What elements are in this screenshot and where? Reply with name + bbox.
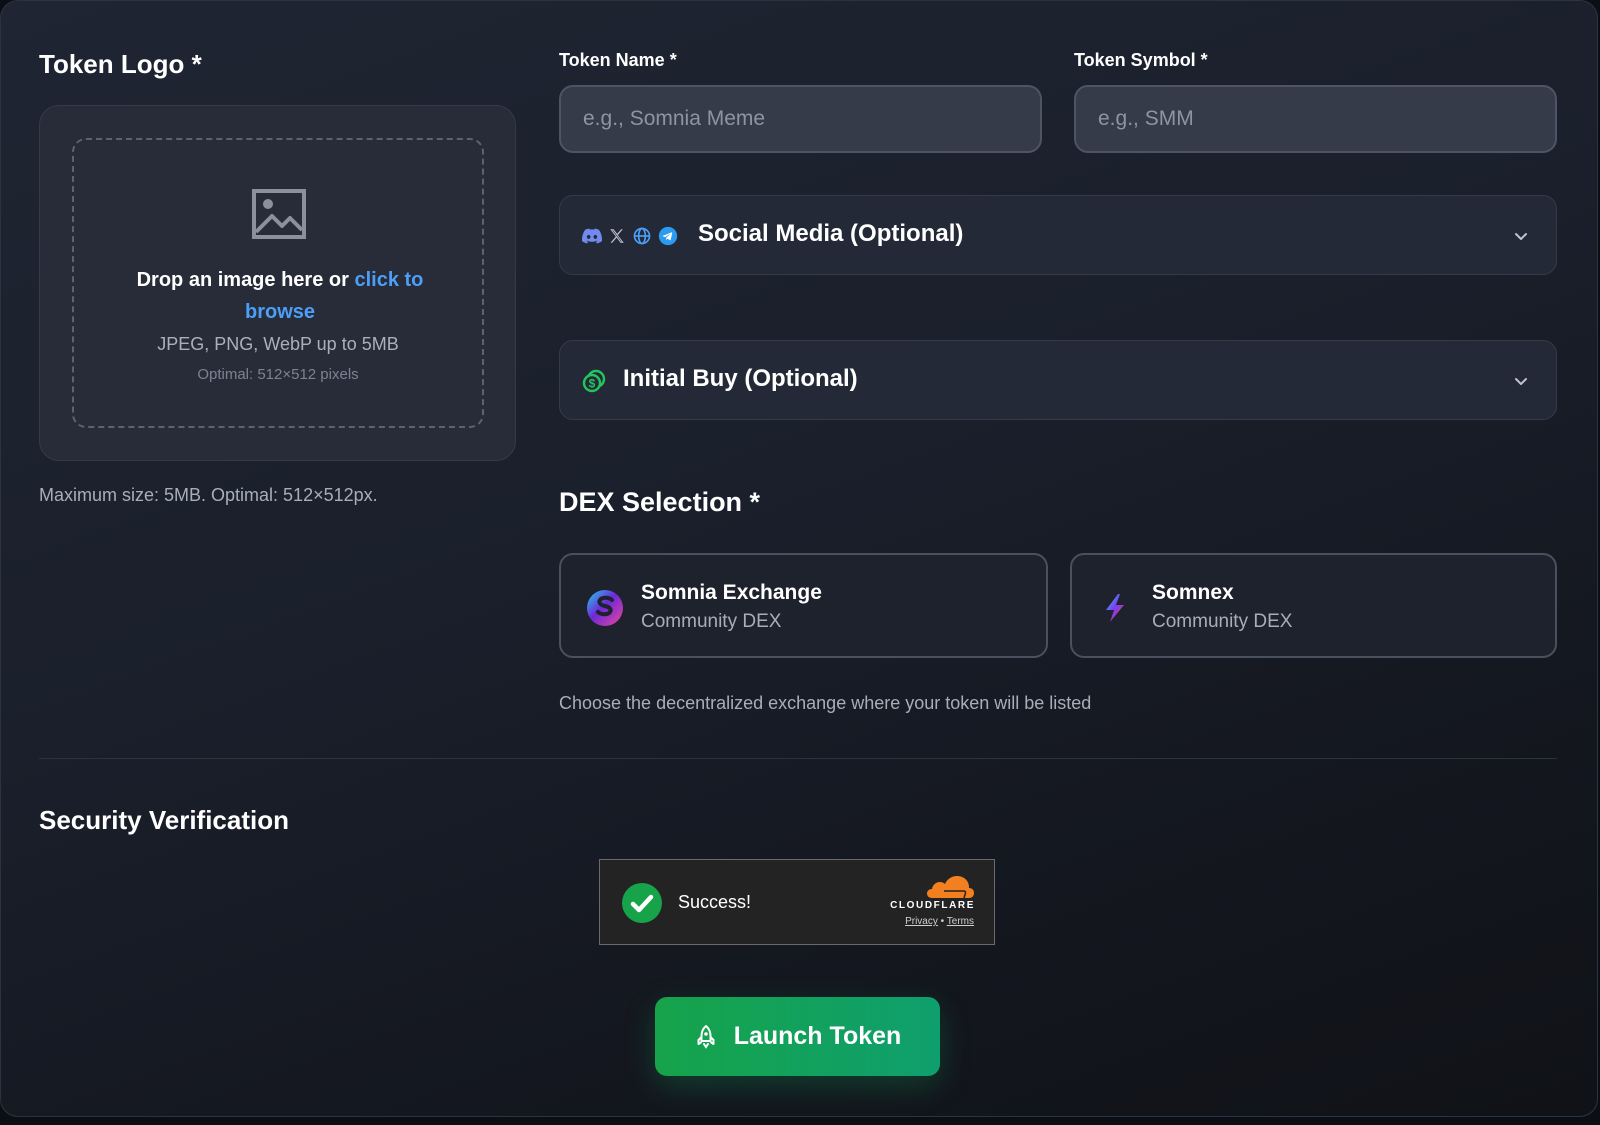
chevron-down-icon [1515,233,1527,240]
verification-status: Success! [678,892,752,912]
initial-buy-title: Initial Buy (Optional) [623,365,858,392]
security-verification-title: Security Verification [39,805,289,835]
dex-option-subtitle: Community DEX [641,611,782,632]
token-name-input[interactable] [559,85,1042,153]
token-logo-title: Token Logo * [39,49,202,79]
link-separator: • [940,916,945,927]
image-icon [252,189,306,239]
coins-icon: $ [582,369,606,393]
dex-selection-hint: Choose the decentralized exchange where … [559,693,1092,713]
cloudflare-logo-icon [927,876,974,899]
somnex-logo-icon [1106,594,1124,622]
chevron-down-icon [1515,378,1527,385]
terms-link[interactable]: Terms [947,916,974,927]
dex-selection-title: DEX Selection * [559,487,761,517]
optimal-size-hint: Optimal: 512×512 pixels [197,366,359,383]
token-name-label: Token Name * [559,50,677,70]
max-size-note: Maximum size: 5MB. Optimal: 512×512px. [39,485,378,505]
rocket-icon [697,1024,715,1049]
cloudflare-turnstile-widget[interactable]: Success! CLOUDFLARE Privacy • Terms [599,859,995,945]
section-divider [39,758,1557,759]
dex-option-name: Somnia Exchange [641,581,822,604]
cloudflare-wordmark: CLOUDFLARE [890,900,975,911]
social-media-accordion[interactable]: Social Media (Optional) [559,195,1557,275]
social-media-title: Social Media (Optional) [698,220,964,247]
token-form-panel: Token Logo * Drop an image here or click… [0,0,1598,1117]
token-symbol-label: Token Symbol * [1074,50,1208,70]
accepted-formats: JPEG, PNG, WebP up to 5MB [157,334,399,354]
launch-token-button[interactable]: Launch Token [655,997,940,1076]
dex-option-somnex[interactable]: Somnex Community DEX [1070,553,1557,658]
logo-upload-card: Drop an image here or click to browse JP… [39,105,516,461]
discord-icon [582,228,602,244]
dropzone-instructions: Drop an image here or click to browse [104,264,456,328]
turnstile-links: Privacy • Terms [905,916,974,927]
social-icons [582,224,678,248]
launch-token-label: Launch Token [733,1022,902,1050]
privacy-link[interactable]: Privacy [905,916,938,927]
token-symbol-input[interactable] [1074,85,1557,153]
globe-icon [633,227,651,245]
svg-text:$: $ [589,377,596,391]
initial-buy-accordion[interactable]: $ Initial Buy (Optional) [559,340,1557,420]
logo-dropzone[interactable]: Drop an image here or click to browse JP… [72,138,484,428]
dex-option-name: Somnex [1152,581,1234,604]
telegram-icon [658,226,678,246]
x-icon [610,229,624,243]
somnia-exchange-logo-icon [587,590,623,626]
dex-option-somnia-exchange[interactable]: Somnia Exchange Community DEX [559,553,1048,658]
drop-text: Drop an image here or [136,269,355,291]
dex-option-subtitle: Community DEX [1152,611,1293,632]
success-check-icon [622,883,662,923]
